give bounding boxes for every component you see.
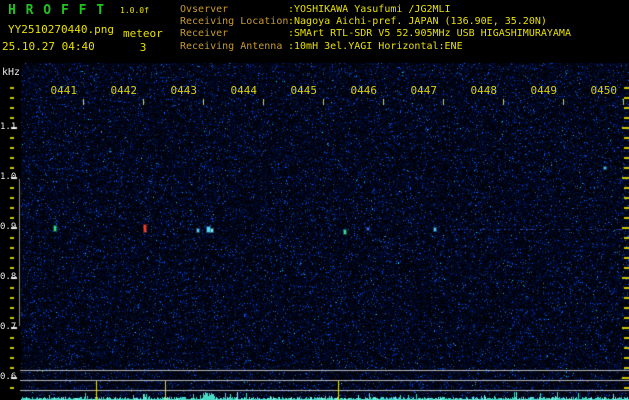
time-tick-label-0446: 0446 [350,84,378,97]
spectrogram-canvas [0,0,629,400]
app-title: H R O F F T [8,3,106,18]
meteor-count: 3 [139,41,147,54]
observer-value: :YOSHIKAWA Yasufumi /JG2MLI [288,4,451,15]
receiving-antenna-label: Receiving Antenna [180,41,283,52]
time-tick-label-0448: 0448 [470,84,498,97]
time-tick-label-0441: 0441 [50,84,78,97]
time-tick-label-0442: 0442 [110,84,138,97]
receiver-label: Receiver [180,28,229,39]
freq-tick-label-0.8: 0.8 [0,272,17,282]
observer-label: Ovserver [180,4,229,15]
time-tick-label-0449: 0449 [530,84,558,97]
freq-tick-label-1.0: 1.0 [0,172,17,182]
receiving-location-label: Receiving Location [180,16,289,27]
freq-axis-unit: kHz [2,67,21,78]
freq-tick-label-0.6: 0.6 [0,372,17,382]
time-tick-label-0444: 0444 [230,84,258,97]
time-tick-label-0450: 0450 [590,84,618,97]
output-filename: YY2510270440.png [8,23,114,36]
timestamp-label: 25.10.27 04:40 [2,40,95,53]
receiving-antenna-value: :10mH 3el.YAGI Horizontal:ENE [288,41,463,52]
freq-tick-label-0.7: 0.7 [0,322,17,332]
time-tick-label-0443: 0443 [170,84,198,97]
time-tick-label-0445: 0445 [290,84,318,97]
receiving-location-value: :Nagoya Aichi-pref. JAPAN (136.90E, 35.2… [288,16,547,27]
version-label: 1.0.0f [120,6,149,15]
freq-tick-label-1.1: 1.1 [0,122,17,132]
mode-label: meteor [123,27,163,40]
receiver-value: :SMArt RTL-SDR V5 52.905MHz USB HIGASHIM… [288,28,571,39]
hrofft-screen: H R O F F T 1.0.0f YY2510270440.png mete… [0,0,629,400]
time-tick-label-0447: 0447 [410,84,438,97]
freq-tick-label-0.9: 0.9 [0,222,17,232]
